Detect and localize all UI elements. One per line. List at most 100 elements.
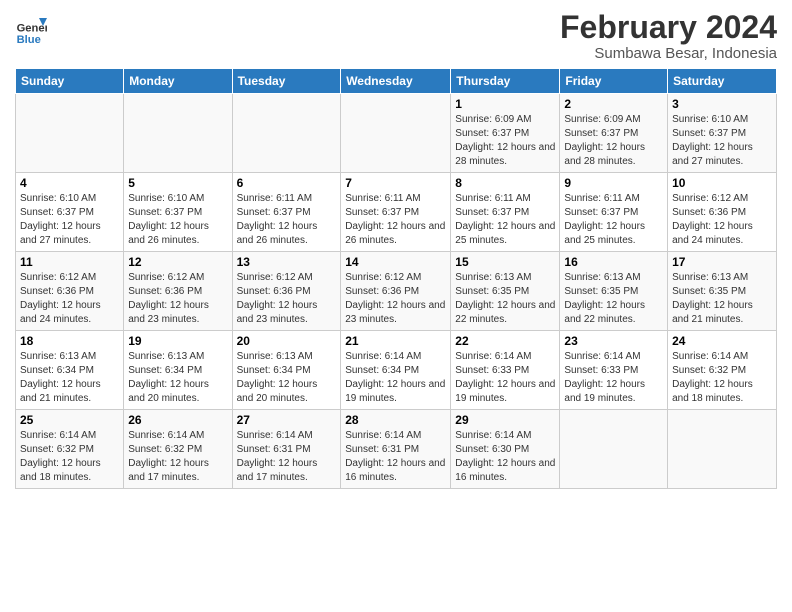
table-row: 11Sunrise: 6:12 AM Sunset: 6:36 PM Dayli… — [16, 252, 124, 331]
day-number: 10 — [672, 176, 772, 190]
day-number: 23 — [564, 334, 663, 348]
day-number: 6 — [237, 176, 337, 190]
table-row: 28 Sunrise: 6:14 AM Sunset: 6:31 PM Dayli… — [341, 410, 451, 489]
table-row: 10 Sunrise: 6:12 AM Sunset: 6:36 PM Dayli… — [668, 173, 777, 252]
day-info: Sunrise: 6:14 AM Sunset: 6:32 PM Dayligh… — [672, 350, 772, 406]
day-number: 12 — [128, 255, 227, 269]
header: General Blue February 2024 Sumbawa Besar… — [15, 10, 777, 62]
day-info: Sunrise: 6:10 AM Sunset: 6:37 PM Dayligh… — [20, 192, 119, 248]
calendar-week-row: 4 Sunrise: 6:10 AM Sunset: 6:37 PM Daylig… — [16, 173, 777, 252]
day-number: 27 — [237, 413, 337, 427]
day-number: 19 — [128, 334, 227, 348]
day-number: 13 — [237, 255, 337, 269]
day-number: 18 — [20, 334, 119, 348]
table-row: 6 Sunrise: 6:11 AM Sunset: 6:37 PM Daylig… — [232, 173, 341, 252]
day-info: Sunrise: 6:14 AM Sunset: 6:30 PM Dayligh… — [455, 429, 555, 485]
day-number: 28 — [345, 413, 446, 427]
table-row — [232, 94, 341, 173]
day-number: 22 — [455, 334, 555, 348]
day-info: Sunrise: 6:12 AM Sunset: 6:36 PM Dayligh… — [237, 271, 337, 327]
day-number: 4 — [20, 176, 119, 190]
table-row: 14 Sunrise: 6:12 AM Sunset: 6:36 PM Dayli… — [341, 252, 451, 331]
location-subtitle: Sumbawa Besar, Indonesia — [560, 45, 777, 62]
day-info: Sunrise: 6:11 AM Sunset: 6:37 PM Dayligh… — [564, 192, 663, 248]
table-row: 26 Sunrise: 6:14 AM Sunset: 6:32 PM Dayli… — [124, 410, 232, 489]
calendar-header-row: Sunday Monday Tuesday Wednesday Thursday… — [16, 69, 777, 94]
col-saturday: Saturday — [668, 69, 777, 94]
day-info: Sunrise: 6:14 AM Sunset: 6:32 PM Dayligh… — [128, 429, 227, 485]
col-sunday: Sunday — [16, 69, 124, 94]
table-row: 24Sunrise: 6:14 AM Sunset: 6:32 PM Dayli… — [668, 331, 777, 410]
svg-text:Blue: Blue — [17, 34, 41, 46]
day-info: Sunrise: 6:10 AM Sunset: 6:37 PM Dayligh… — [672, 113, 772, 169]
col-thursday: Thursday — [451, 69, 560, 94]
table-row: 22 Sunrise: 6:14 AM Sunset: 6:33 PM Dayli… — [451, 331, 560, 410]
table-row — [560, 410, 668, 489]
day-number: 7 — [345, 176, 446, 190]
table-row: 13 Sunrise: 6:12 AM Sunset: 6:36 PM Dayli… — [232, 252, 341, 331]
table-row: 20Sunrise: 6:13 AM Sunset: 6:34 PM Dayli… — [232, 331, 341, 410]
table-row: 27 Sunrise: 6:14 AM Sunset: 6:31 PM Dayli… — [232, 410, 341, 489]
day-info: Sunrise: 6:12 AM Sunset: 6:36 PM Dayligh… — [345, 271, 446, 327]
day-number: 21 — [345, 334, 446, 348]
calendar-week-row: 1Sunrise: 6:09 AM Sunset: 6:37 PM Daylig… — [16, 94, 777, 173]
day-info: Sunrise: 6:09 AM Sunset: 6:37 PM Dayligh… — [455, 113, 555, 169]
day-info: Sunrise: 6:14 AM Sunset: 6:32 PM Dayligh… — [20, 429, 119, 485]
table-row: 9 Sunrise: 6:11 AM Sunset: 6:37 PM Daylig… — [560, 173, 668, 252]
table-row: 2Sunrise: 6:09 AM Sunset: 6:37 PM Daylig… — [560, 94, 668, 173]
col-friday: Friday — [560, 69, 668, 94]
day-info: Sunrise: 6:12 AM Sunset: 6:36 PM Dayligh… — [672, 192, 772, 248]
table-row: 23 Sunrise: 6:14 AM Sunset: 6:33 PM Dayli… — [560, 331, 668, 410]
table-row: 29 Sunrise: 6:14 AM Sunset: 6:30 PM Dayli… — [451, 410, 560, 489]
day-number: 25 — [20, 413, 119, 427]
table-row: 21 Sunrise: 6:14 AM Sunset: 6:34 PM Dayli… — [341, 331, 451, 410]
day-number: 26 — [128, 413, 227, 427]
table-row — [668, 410, 777, 489]
table-row: 25 Sunrise: 6:14 AM Sunset: 6:32 PM Dayli… — [16, 410, 124, 489]
table-row — [341, 94, 451, 173]
col-monday: Monday — [124, 69, 232, 94]
table-row: 1Sunrise: 6:09 AM Sunset: 6:37 PM Daylig… — [451, 94, 560, 173]
logo: General Blue — [15, 14, 49, 46]
page: General Blue February 2024 Sumbawa Besar… — [0, 0, 792, 612]
calendar-table: Sunday Monday Tuesday Wednesday Thursday… — [15, 68, 777, 489]
day-info: Sunrise: 6:13 AM Sunset: 6:34 PM Dayligh… — [128, 350, 227, 406]
table-row: 7 Sunrise: 6:11 AM Sunset: 6:37 PM Daylig… — [341, 173, 451, 252]
day-info: Sunrise: 6:10 AM Sunset: 6:37 PM Dayligh… — [128, 192, 227, 248]
day-info: Sunrise: 6:13 AM Sunset: 6:35 PM Dayligh… — [672, 271, 772, 327]
table-row: 4 Sunrise: 6:10 AM Sunset: 6:37 PM Daylig… — [16, 173, 124, 252]
day-info: Sunrise: 6:12 AM Sunset: 6:36 PM Dayligh… — [20, 271, 119, 327]
day-number: 2 — [564, 97, 663, 111]
day-number: 16 — [564, 255, 663, 269]
table-row: 17Sunrise: 6:13 AM Sunset: 6:35 PM Dayli… — [668, 252, 777, 331]
calendar-week-row: 18 Sunrise: 6:13 AM Sunset: 6:34 PM Dayli… — [16, 331, 777, 410]
day-info: Sunrise: 6:13 AM Sunset: 6:35 PM Dayligh… — [564, 271, 663, 327]
table-row: 18 Sunrise: 6:13 AM Sunset: 6:34 PM Dayli… — [16, 331, 124, 410]
day-info: Sunrise: 6:12 AM Sunset: 6:36 PM Dayligh… — [128, 271, 227, 327]
day-info: Sunrise: 6:14 AM Sunset: 6:31 PM Dayligh… — [237, 429, 337, 485]
day-info: Sunrise: 6:14 AM Sunset: 6:33 PM Dayligh… — [455, 350, 555, 406]
title-block: February 2024 Sumbawa Besar, Indonesia — [560, 10, 777, 62]
day-info: Sunrise: 6:11 AM Sunset: 6:37 PM Dayligh… — [455, 192, 555, 248]
col-tuesday: Tuesday — [232, 69, 341, 94]
table-row — [124, 94, 232, 173]
month-year-title: February 2024 — [560, 10, 777, 45]
table-row: 3 Sunrise: 6:10 AM Sunset: 6:37 PM Daylig… — [668, 94, 777, 173]
day-info: Sunrise: 6:11 AM Sunset: 6:37 PM Dayligh… — [345, 192, 446, 248]
table-row: 12 Sunrise: 6:12 AM Sunset: 6:36 PM Dayli… — [124, 252, 232, 331]
day-info: Sunrise: 6:14 AM Sunset: 6:31 PM Dayligh… — [345, 429, 446, 485]
day-info: Sunrise: 6:14 AM Sunset: 6:33 PM Dayligh… — [564, 350, 663, 406]
day-number: 20 — [237, 334, 337, 348]
calendar-week-row: 11Sunrise: 6:12 AM Sunset: 6:36 PM Dayli… — [16, 252, 777, 331]
table-row: 16 Sunrise: 6:13 AM Sunset: 6:35 PM Dayli… — [560, 252, 668, 331]
day-info: Sunrise: 6:14 AM Sunset: 6:34 PM Dayligh… — [345, 350, 446, 406]
day-number: 14 — [345, 255, 446, 269]
day-number: 5 — [128, 176, 227, 190]
day-number: 29 — [455, 413, 555, 427]
day-info: Sunrise: 6:13 AM Sunset: 6:35 PM Dayligh… — [455, 271, 555, 327]
day-info: Sunrise: 6:11 AM Sunset: 6:37 PM Dayligh… — [237, 192, 337, 248]
day-number: 9 — [564, 176, 663, 190]
day-number: 3 — [672, 97, 772, 111]
table-row: 8Sunrise: 6:11 AM Sunset: 6:37 PM Daylig… — [451, 173, 560, 252]
day-info: Sunrise: 6:13 AM Sunset: 6:34 PM Dayligh… — [20, 350, 119, 406]
